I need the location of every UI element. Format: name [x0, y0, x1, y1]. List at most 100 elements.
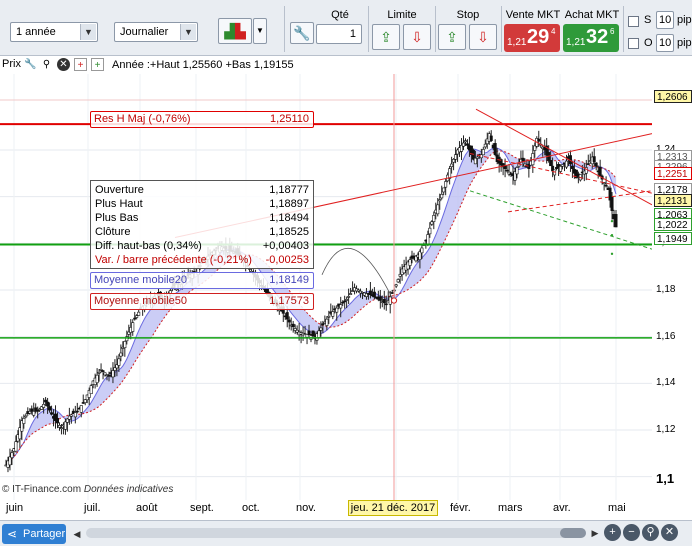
stop-pips-unit: pip	[677, 14, 692, 26]
candle-body	[450, 163, 454, 168]
arc-annotation	[321, 247, 395, 302]
candle-body	[475, 156, 479, 159]
candlestick-icon: ▟	[224, 23, 235, 39]
order-up-icon: ⇪	[380, 29, 392, 45]
wrench-icon[interactable]: 🔧	[24, 58, 37, 71]
candle-body	[117, 358, 121, 366]
stop-sell-button[interactable]: ⇩	[469, 24, 497, 50]
ohlc-value: 1,18494	[269, 212, 309, 224]
candle-body	[101, 370, 105, 372]
candle-body	[454, 154, 458, 160]
chevron-down-icon[interactable]: ▼	[80, 24, 96, 40]
price-axis-label: 1,18	[656, 284, 676, 295]
candle-body	[59, 427, 63, 429]
candle-body	[396, 279, 400, 283]
time-scrollbar-thumb[interactable]	[560, 528, 586, 538]
candle-body	[30, 408, 34, 412]
timeframe-select-value: Journalier	[120, 26, 169, 38]
sell-quote-sup: 4	[551, 27, 556, 36]
stop-buy-button[interactable]: ⇪	[438, 24, 466, 50]
candle-body	[10, 452, 14, 458]
candle-body	[347, 296, 351, 298]
qty-input[interactable]: 1	[316, 24, 362, 44]
price-tag: 1,2131	[654, 194, 692, 207]
candle-body	[319, 327, 323, 331]
stop-pips-input[interactable]: 10	[656, 11, 674, 29]
candle-body	[452, 159, 456, 163]
divider	[501, 6, 502, 52]
period-select[interactable]: 1 année ▼	[10, 22, 98, 42]
chart-type-dropdown[interactable]: ▼	[253, 18, 267, 44]
zoom-in-icon[interactable]: +	[604, 524, 621, 541]
candle-body	[137, 311, 141, 316]
limit-label: Limite	[387, 9, 417, 21]
candle-body	[325, 318, 329, 326]
candle-body	[444, 181, 448, 188]
limit-buy-button[interactable]: ⇪	[372, 24, 400, 50]
ohlc-row: Diff. haut-bas (0,34%) +0,00403	[91, 239, 313, 253]
search-icon[interactable]: ⚲	[40, 58, 53, 71]
ma50-value: 1,17573	[269, 295, 309, 307]
zoom-out-icon[interactable]: −	[623, 524, 640, 541]
price-tag: 1,1949	[654, 232, 692, 245]
chevron-down-icon[interactable]: ▼	[180, 24, 196, 40]
cursor-marker	[390, 297, 398, 304]
objective-pips-value: 10	[659, 37, 672, 49]
add-red-icon[interactable]: +	[74, 58, 87, 71]
time-axis-label: oct.	[242, 502, 260, 514]
ohlc-key: Plus Haut	[95, 198, 143, 210]
candle-body	[533, 145, 537, 151]
objective-pips-input[interactable]: 10	[656, 34, 674, 52]
year-summary: Année :+Haut 1,25560 +Bas 1,19155	[112, 59, 294, 71]
candle-body	[95, 374, 99, 383]
chart-type-button[interactable]: ▟▙	[218, 18, 252, 44]
ohlc-value: 1,18897	[269, 198, 309, 210]
time-axis-label: mars	[498, 502, 523, 514]
sell-market-button[interactable]: 1,21 29 4	[504, 24, 560, 52]
candle-body	[32, 411, 36, 416]
chart-info-bar: Prix 🔧 ⚲ ✕ + + Année :+Haut 1,25560 +Bas…	[0, 56, 692, 74]
time-axis-label: févr.	[450, 502, 471, 514]
scroll-left-icon[interactable]: ◀	[70, 527, 84, 541]
timeframe-select[interactable]: Journalier ▼	[114, 22, 198, 42]
price-axis-label: 1,14	[656, 377, 676, 389]
price-axis-label: 1,1	[656, 470, 675, 486]
search-icon[interactable]: ⚲	[642, 524, 659, 541]
candle-body	[42, 404, 46, 408]
candle-body	[89, 385, 93, 395]
qty-input-value: 1	[349, 28, 356, 40]
ma50-label-box: Moyenne mobile50 1,17573	[90, 293, 314, 310]
time-axis-label: juin	[6, 502, 24, 514]
share-icon: ⋖	[7, 527, 18, 541]
time-scrollbar[interactable]	[86, 528, 586, 538]
share-button[interactable]: ⋖ Partager	[2, 524, 66, 544]
add-green-icon[interactable]: +	[91, 58, 104, 71]
sell-quote-small: 1,21	[507, 37, 527, 48]
candle-body	[505, 169, 509, 172]
ma20-label-box: Moyenne mobile20 1,18149	[90, 272, 314, 289]
candle-body	[598, 166, 602, 176]
objective-checkbox[interactable]	[628, 38, 639, 49]
candle-body	[428, 227, 432, 235]
buy-quote-small: 1,21	[566, 37, 586, 48]
price-tag: 1,2606	[654, 90, 692, 103]
trading-toolbar: 1 année ▼ Journalier ▼ ▟▙ ▼ 🔧 Qté 1 Limi…	[0, 0, 692, 56]
buy-market-button[interactable]: 1,21 32 6	[563, 24, 619, 52]
candle-body	[57, 425, 61, 428]
stop-checkbox[interactable]	[628, 16, 639, 27]
period-select-value: 1 année	[16, 26, 56, 38]
qty-label: Qté	[331, 9, 349, 21]
candle-body	[335, 307, 339, 313]
candle-body	[489, 135, 493, 141]
candle-body	[390, 292, 394, 294]
wrench-button[interactable]: 🔧	[290, 22, 314, 44]
candle-body	[461, 142, 465, 147]
ohlc-key: Var. / barre précédente (-0,21%)	[95, 254, 252, 266]
candle-body	[48, 406, 52, 411]
close-icon[interactable]: ✕	[57, 58, 70, 71]
candle-body	[345, 299, 349, 301]
candle-body	[119, 352, 123, 357]
scroll-right-icon[interactable]: ▶	[588, 526, 602, 540]
close-icon[interactable]: ✕	[661, 524, 678, 541]
limit-sell-button[interactable]: ⇩	[403, 24, 431, 50]
